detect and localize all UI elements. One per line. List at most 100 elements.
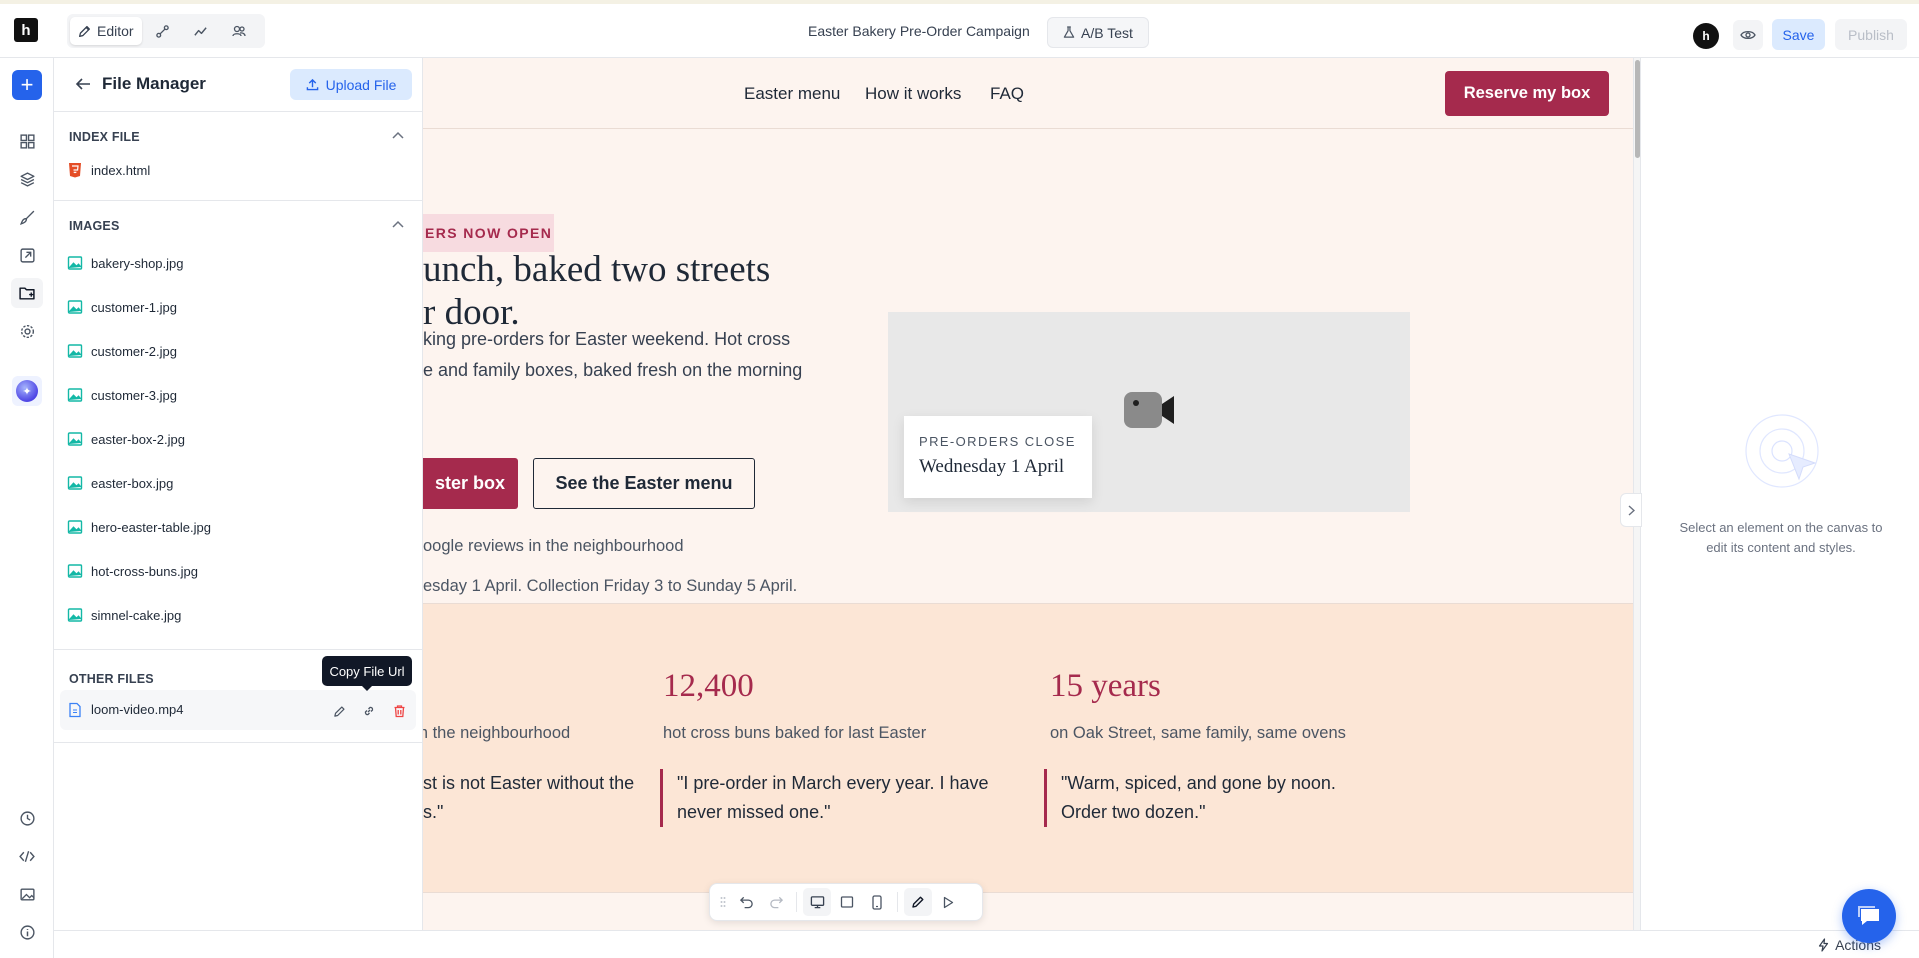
reserve-box-button[interactable]: Reserve my box [1445, 71, 1609, 116]
preorders-open-badge[interactable]: ERS NOW OPEN [423, 214, 554, 252]
file-row[interactable]: easter-box.jpg [54, 462, 422, 506]
drag-handle-icon[interactable] [716, 888, 730, 916]
rail-info-button[interactable] [15, 920, 39, 944]
nav-link-easter-menu[interactable]: Easter menu [744, 84, 840, 104]
copy-url-tooltip: Copy File Url [322, 656, 412, 691]
rail-layers-button[interactable] [15, 167, 39, 191]
stat-label: on Oak Street, same family, same ovens [1050, 724, 1346, 742]
analytics-icon [194, 26, 207, 36]
save-button[interactable]: Save [1772, 19, 1825, 50]
trash-icon [394, 705, 404, 718]
right-panel-toggle[interactable] [1620, 493, 1642, 527]
delete-file-button[interactable] [390, 702, 408, 720]
file-row[interactable]: hot-cross-buns.jpg [54, 550, 422, 594]
file-name: customer-3.jpg [91, 388, 177, 403]
testimonial-quote: st is not Easter without the s." [423, 769, 636, 827]
tablet-icon [840, 896, 854, 908]
rail-embed-button[interactable] [15, 243, 39, 267]
file-row[interactable]: customer-3.jpg [54, 374, 422, 418]
page-canvas[interactable]: Easter menu How it works FAQ Reserve my … [423, 58, 1640, 930]
image-file-icon [67, 520, 83, 534]
file-row[interactable]: simnel-cake.jpg [54, 594, 422, 638]
chat-support-button[interactable] [1842, 889, 1896, 943]
image-file-icon [67, 476, 83, 490]
hero-headline[interactable]: unch, baked two streets r door. [423, 248, 843, 334]
rename-file-button[interactable] [330, 702, 348, 720]
file-row[interactable]: bakery-shop.jpg [54, 242, 422, 286]
stat-number: 15 years [1050, 668, 1161, 704]
document-title: Easter Bakery Pre-Order Campaign [808, 23, 1030, 39]
avatar[interactable]: h [1693, 23, 1719, 49]
file-row[interactable]: easter-box-2.jpg [54, 418, 422, 462]
file-name: index.html [91, 163, 151, 178]
tablet-view-button[interactable] [833, 888, 861, 916]
redo-button[interactable] [762, 888, 790, 916]
see-easter-menu-button[interactable]: See the Easter menu [533, 458, 755, 509]
rail-media-button[interactable] [15, 882, 39, 906]
chat-icon [1858, 906, 1879, 925]
image-file-icon [67, 388, 83, 402]
edit-mode-button[interactable] [904, 888, 932, 916]
copy-file-url-button[interactable] [360, 702, 378, 720]
other-files-label: OTHER FILES [69, 672, 154, 686]
undo-button[interactable] [732, 888, 760, 916]
sparkle-icon: ✦ [16, 380, 38, 402]
nav-link-how-it-works[interactable]: How it works [865, 84, 961, 104]
users-icon [231, 25, 246, 37]
rail-code-button[interactable] [15, 844, 39, 868]
desktop-icon [810, 896, 824, 909]
editor-mode-label: Editor [97, 23, 134, 39]
external-link-icon [19, 247, 35, 263]
images-section-header[interactable]: IMAGES [54, 201, 422, 242]
preorders-close-card[interactable]: PRE-ORDERS CLOSE Wednesday 1 April [904, 416, 1092, 498]
image-file-icon [67, 256, 83, 270]
gear-icon [20, 324, 34, 338]
bottom-status-bar: Actions [54, 930, 1919, 958]
mobile-view-button[interactable] [863, 888, 891, 916]
stat-label: from the neighbourhood [423, 724, 571, 742]
reserve-easter-box-button[interactable]: ster box [423, 458, 518, 509]
flow-mode-button[interactable] [146, 17, 180, 45]
preview-button[interactable] [1733, 20, 1763, 50]
file-row[interactable]: customer-1.jpg [54, 286, 422, 330]
nav-link-faq[interactable]: FAQ [990, 84, 1024, 104]
rail-styles-button[interactable] [15, 205, 39, 229]
ai-assistant-button[interactable]: ✦ [12, 376, 42, 406]
rail-pages-button[interactable] [15, 129, 39, 153]
left-rail: + ✦ [0, 58, 54, 958]
rail-history-button[interactable] [15, 806, 39, 830]
collection-dates[interactable]: esday 1 April. Collection Friday 3 to Su… [423, 577, 797, 596]
reviews-line[interactable]: oogle reviews in the neighbourhood [423, 537, 684, 556]
html-file-icon [69, 163, 81, 178]
index-file-section: INDEX FILE index.html [54, 112, 422, 201]
folder-icon [19, 286, 35, 300]
rail-file-manager-button[interactable] [11, 278, 43, 308]
preorders-close-date: Wednesday 1 April [919, 456, 1065, 477]
image-file-icon [67, 608, 83, 622]
back-arrow-icon[interactable] [72, 73, 94, 95]
publish-button[interactable]: Publish [1835, 19, 1907, 50]
flow-icon [156, 24, 169, 38]
play-preview-button[interactable] [934, 888, 962, 916]
toolbar-divider [897, 892, 898, 912]
file-row[interactable]: hero-easter-table.jpg [54, 506, 422, 550]
file-row[interactable]: loom-video.mp4 [60, 690, 416, 730]
stats-section[interactable]: from the neighbourhood 12,400 hot cross … [423, 603, 1633, 893]
chevron-right-icon [1628, 504, 1635, 516]
hero-subtitle[interactable]: king pre-orders for Easter weekend. Hot … [423, 324, 843, 386]
upload-file-button[interactable]: Upload File [290, 69, 412, 100]
code-icon [19, 850, 35, 862]
hero-video[interactable]: PRE-ORDERS CLOSE Wednesday 1 April [888, 312, 1410, 512]
editor-mode-button[interactable]: Editor [70, 17, 142, 45]
add-element-button[interactable]: + [12, 70, 42, 100]
rail-settings-button[interactable] [15, 319, 39, 343]
desktop-view-button[interactable] [803, 888, 831, 916]
image-file-list: bakery-shop.jpg customer-1.jpg customer-… [54, 242, 422, 638]
analytics-mode-button[interactable] [184, 17, 218, 45]
stat-label: hot cross buns baked for last Easter [663, 724, 927, 742]
file-row[interactable]: customer-2.jpg [54, 330, 422, 374]
file-row[interactable]: index.html [54, 149, 422, 193]
ab-test-button[interactable]: A/B Test [1047, 17, 1149, 48]
app-logo[interactable]: h [14, 18, 38, 42]
users-mode-button[interactable] [222, 17, 256, 45]
